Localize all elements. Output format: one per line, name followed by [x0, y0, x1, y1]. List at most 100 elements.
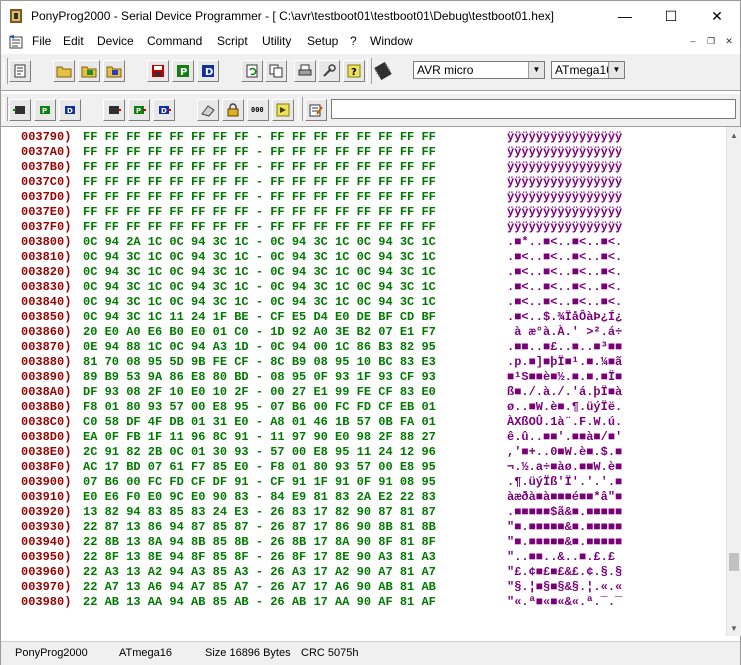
- hex-ascii[interactable]: "§.¦■§■§&§.¦.«.«: [507, 580, 622, 595]
- copy-icon[interactable]: [265, 60, 287, 82]
- scroll-up-icon[interactable]: ▲: [727, 127, 741, 143]
- hex-row[interactable]: 003980) 22 AB 13 AA 94 AB 85 AB - 26 AB 1…: [1, 595, 726, 610]
- hex-bytes[interactable]: 0C 94 3C 1C 0C 94 3C 1C - 0C 94 3C 1C 0C…: [83, 265, 436, 280]
- hex-row[interactable]: 003910) E0 E6 F0 E0 9C E0 90 83 - 84 E9 8…: [1, 490, 726, 505]
- hex-row[interactable]: 0037D0) FF FF FF FF FF FF FF FF - FF FF F…: [1, 190, 726, 205]
- hex-row[interactable]: 003830) 0C 94 3C 1C 0C 94 3C 1C - 0C 94 3…: [1, 280, 726, 295]
- hex-bytes[interactable]: FF FF FF FF FF FF FF FF - FF FF FF FF FF…: [83, 205, 436, 220]
- menu-utility[interactable]: Utility: [262, 34, 291, 48]
- erase-icon[interactable]: [197, 99, 219, 121]
- hex-bytes[interactable]: FF FF FF FF FF FF FF FF - FF FF FF FF FF…: [83, 145, 436, 160]
- hex-row[interactable]: 003820) 0C 94 3C 1C 0C 94 3C 1C - 0C 94 3…: [1, 265, 726, 280]
- hex-row[interactable]: 0038F0) AC 17 BD 07 61 F7 85 E0 - F8 01 8…: [1, 460, 726, 475]
- menu-command[interactable]: Command: [147, 34, 202, 48]
- menu-help[interactable]: ?: [350, 34, 357, 48]
- mdi-minimize-button[interactable]: –: [686, 35, 700, 47]
- hex-ascii[interactable]: "£.¢■£■£&£.¢.§.§: [507, 565, 622, 580]
- hex-bytes[interactable]: E0 E6 F0 E0 9C E0 90 83 - 84 E9 81 83 2A…: [83, 490, 436, 505]
- hex-bytes[interactable]: F8 01 80 93 57 00 E8 95 - 07 B6 00 FC FD…: [83, 400, 436, 415]
- hex-ascii[interactable]: àæðà■à■■■é■■*â"■: [507, 490, 622, 505]
- hex-row[interactable]: 0037F0) FF FF FF FF FF FF FF FF - FF FF F…: [1, 220, 726, 235]
- hex-bytes[interactable]: 0E 94 88 1C 0C 94 A3 1D - 0C 94 00 1C 86…: [83, 340, 436, 355]
- hex-bytes[interactable]: FF FF FF FF FF FF FF FF - FF FF FF FF FF…: [83, 190, 436, 205]
- chevron-down-icon[interactable]: ▼: [608, 62, 624, 78]
- hex-row[interactable]: 003800) 0C 94 2A 1C 0C 94 3C 1C - 0C 94 3…: [1, 235, 726, 250]
- hex-row[interactable]: 003870) 0E 94 88 1C 0C 94 A3 1D - 0C 94 0…: [1, 340, 726, 355]
- hex-row[interactable]: 003920) 13 82 94 83 85 83 24 E3 - 26 83 1…: [1, 505, 726, 520]
- hex-bytes[interactable]: 81 70 08 95 5D 9B FE CF - 8C B9 08 95 10…: [83, 355, 436, 370]
- hex-bytes[interactable]: FF FF FF FF FF FF FF FF - FF FF FF FF FF…: [83, 130, 436, 145]
- read-program-icon[interactable]: P: [34, 99, 56, 121]
- scroll-down-icon[interactable]: ▼: [727, 620, 741, 636]
- read-all-icon[interactable]: [9, 99, 31, 121]
- comment-input[interactable]: [331, 99, 736, 119]
- hex-ascii[interactable]: .■<..■<..■<..■<.: [507, 250, 622, 265]
- hex-bytes[interactable]: AC 17 BD 07 61 F7 85 E0 - F8 01 80 93 57…: [83, 460, 436, 475]
- hex-ascii[interactable]: .■<..■<..■<..■<.: [507, 265, 622, 280]
- menu-window[interactable]: Window: [370, 34, 413, 48]
- hex-ascii[interactable]: "■.■■■■■&■.■■■■■: [507, 535, 622, 550]
- hex-row[interactable]: 0037B0) FF FF FF FF FF FF FF FF - FF FF F…: [1, 160, 726, 175]
- hex-ascii[interactable]: ÿÿÿÿÿÿÿÿÿÿÿÿÿÿÿÿ: [507, 160, 622, 175]
- hex-bytes[interactable]: 0C 94 3C 1C 0C 94 3C 1C - 0C 94 3C 1C 0C…: [83, 280, 436, 295]
- hex-row[interactable]: 003940) 22 8B 13 8A 94 8B 85 8B - 26 8B 1…: [1, 535, 726, 550]
- hex-row[interactable]: 003960) 22 A3 13 A2 94 A3 85 A3 - 26 A3 1…: [1, 565, 726, 580]
- hex-ascii[interactable]: .■<..■<..■<..■<.: [507, 280, 622, 295]
- hex-row[interactable]: 003850) 0C 94 3C 1C 11 24 1F BE - CF E5 D…: [1, 310, 726, 325]
- hex-row[interactable]: 0038A0) DF 93 08 2F 10 E0 10 2F - 00 27 E…: [1, 385, 726, 400]
- hex-ascii[interactable]: .■■■■■$ã&■.■■■■■: [507, 505, 622, 520]
- setup-tools-icon[interactable]: [318, 60, 340, 82]
- hex-bytes[interactable]: 89 B9 53 9A 86 E8 80 BD - 08 95 0F 93 1F…: [83, 370, 436, 385]
- print-icon[interactable]: [294, 60, 316, 82]
- hex-ascii[interactable]: ÿÿÿÿÿÿÿÿÿÿÿÿÿÿÿÿ: [507, 205, 622, 220]
- hex-row[interactable]: 0037A0) FF FF FF FF FF FF FF FF - FF FF F…: [1, 145, 726, 160]
- hex-row[interactable]: 003810) 0C 94 3C 1C 0C 94 3C 1C - 0C 94 3…: [1, 250, 726, 265]
- lock-bits-icon[interactable]: [222, 99, 244, 121]
- hex-bytes[interactable]: FF FF FF FF FF FF FF FF - FF FF FF FF FF…: [83, 220, 436, 235]
- hex-bytes[interactable]: C0 58 DF 4F DB 01 31 E0 - A8 01 46 1B 57…: [83, 415, 436, 430]
- hex-ascii[interactable]: ÿÿÿÿÿÿÿÿÿÿÿÿÿÿÿÿ: [507, 190, 622, 205]
- toolbar-grip[interactable]: [3, 58, 8, 84]
- edit-note-icon[interactable]: [305, 99, 327, 121]
- new-file-icon[interactable]: [9, 60, 31, 82]
- title-bar[interactable]: PonyProg2000 - Serial Device Programmer …: [1, 1, 740, 31]
- hex-bytes[interactable]: 22 87 13 86 94 87 85 87 - 26 87 17 86 90…: [83, 520, 436, 535]
- toolbar-grip[interactable]: [367, 58, 372, 84]
- hex-bytes[interactable]: 22 AB 13 AA 94 AB 85 AB - 26 AB 17 AA 90…: [83, 595, 436, 610]
- program-arrow-icon[interactable]: [272, 99, 294, 121]
- hex-bytes[interactable]: 2C 91 82 2B 0C 01 30 93 - 57 00 E8 95 11…: [83, 445, 436, 460]
- hex-row[interactable]: 003900) 07 B6 00 FC FD CF DF 91 - CF 91 1…: [1, 475, 726, 490]
- menu-file[interactable]: File: [32, 34, 51, 48]
- hex-ascii[interactable]: ÿÿÿÿÿÿÿÿÿÿÿÿÿÿÿÿ: [507, 175, 622, 190]
- minimize-button[interactable]: —: [602, 1, 648, 31]
- hex-row[interactable]: 0038C0) C0 58 DF 4F DB 01 31 E0 - A8 01 4…: [1, 415, 726, 430]
- hex-ascii[interactable]: "■.■■■■■&■.■■■■■: [507, 520, 622, 535]
- hex-row[interactable]: 0038D0) EA 0F FB 1F 11 96 8C 91 - 11 97 9…: [1, 430, 726, 445]
- hex-bytes[interactable]: FF FF FF FF FF FF FF FF - FF FF FF FF FF…: [83, 175, 436, 190]
- mdi-close-button[interactable]: ✕: [722, 35, 736, 47]
- write-all-icon[interactable]: [103, 99, 125, 121]
- hex-row[interactable]: 003790) FF FF FF FF FF FF FF FF - FF FF F…: [1, 130, 726, 145]
- menu-device[interactable]: Device: [97, 34, 134, 48]
- hex-bytes[interactable]: 0C 94 3C 1C 11 24 1F BE - CF E5 D4 E0 DE…: [83, 310, 436, 325]
- hex-bytes[interactable]: 22 A3 13 A2 94 A3 85 A3 - 26 A3 17 A2 90…: [83, 565, 436, 580]
- hex-bytes[interactable]: 0C 94 3C 1C 0C 94 3C 1C - 0C 94 3C 1C 0C…: [83, 295, 436, 310]
- hex-ascii[interactable]: .■■..■£..■..■³■■: [507, 340, 622, 355]
- hex-row[interactable]: 003970) 22 A7 13 A6 94 A7 85 A7 - 26 A7 1…: [1, 580, 726, 595]
- hex-row[interactable]: 0038B0) F8 01 80 93 57 00 E8 95 - 07 B6 0…: [1, 400, 726, 415]
- open-program-icon[interactable]: [78, 60, 100, 82]
- hex-ascii[interactable]: ß■./.à./.'á.þÏ■à: [507, 385, 622, 400]
- menu-setup[interactable]: Setup: [307, 34, 338, 48]
- menu-edit[interactable]: Edit: [63, 34, 84, 48]
- hex-bytes[interactable]: DF 93 08 2F 10 E0 10 2F - 00 27 E1 99 FE…: [83, 385, 436, 400]
- mdi-restore-button[interactable]: ❐: [704, 35, 718, 47]
- hex-bytes[interactable]: 13 82 94 83 85 83 24 E3 - 26 83 17 82 90…: [83, 505, 436, 520]
- hex-row[interactable]: 003860) 20 E0 A0 E6 B0 E0 01 C0 - 1D 92 A…: [1, 325, 726, 340]
- close-button[interactable]: ✕: [694, 1, 740, 31]
- maximize-button[interactable]: ☐: [648, 1, 694, 31]
- reload-icon[interactable]: [241, 60, 263, 82]
- chevron-down-icon[interactable]: ▼: [528, 62, 544, 78]
- hex-bytes[interactable]: 07 B6 00 FC FD CF DF 91 - CF 91 1F 91 0F…: [83, 475, 436, 490]
- hex-ascii[interactable]: à æ°à.À.' >².á÷: [507, 325, 622, 340]
- hex-ascii[interactable]: ,'■+..0■W.è■.$.■: [507, 445, 622, 460]
